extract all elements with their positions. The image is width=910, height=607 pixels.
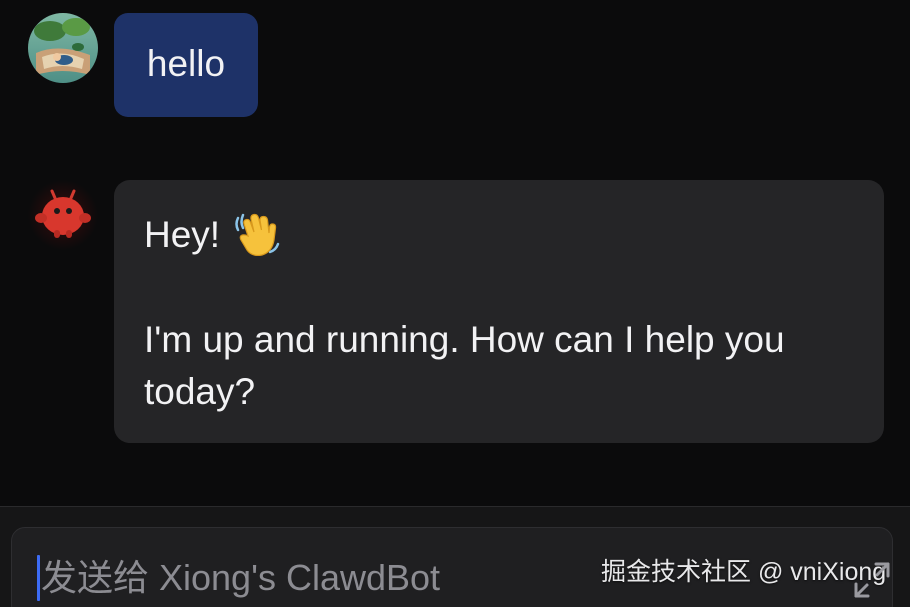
bot-greeting-text: Hey! <box>144 214 221 255</box>
waving-hand-icon <box>232 210 282 260</box>
user-message-text: hello <box>146 43 226 84</box>
watermark-text: 掘金技术社区 @ vniXiong <box>601 558 887 586</box>
bot-message-text: I'm up and running. How can I help you t… <box>144 319 785 412</box>
bot-greeting-line: Hey! <box>144 209 854 261</box>
expand-icon[interactable] <box>850 558 894 602</box>
bot-message-bubble: Hey! I'm up and running. How can I help … <box>114 180 884 443</box>
text-caret <box>37 555 40 601</box>
user-message-bubble: hello <box>114 13 258 117</box>
user-avatar-icon[interactable] <box>28 13 98 83</box>
chat-screen: hello Hey! I'm up and running. How can I… <box>0 0 910 607</box>
bot-avatar-icon[interactable] <box>28 180 98 250</box>
message-input-placeholder[interactable]: 发送给 Xiong's ClawdBot <box>41 556 440 600</box>
